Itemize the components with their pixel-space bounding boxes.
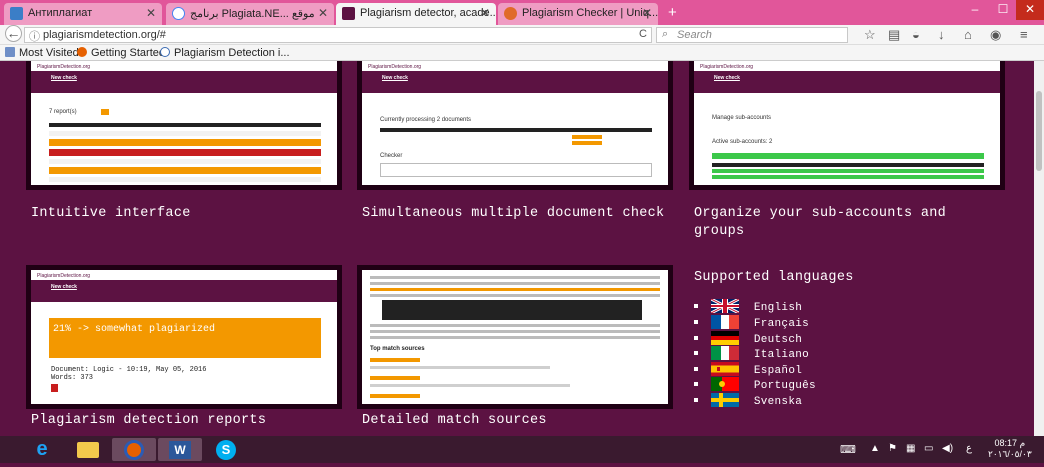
portugal-flag-icon	[710, 377, 739, 391]
tab-plagiata[interactable]: برنامج Plagiata.NE... موقع ✕	[166, 3, 334, 25]
battery-icon[interactable]: ▭	[924, 443, 933, 454]
germany-flag-icon	[710, 331, 739, 345]
bookmarks-toolbar: Most Visited Getting Started Plagiarism …	[0, 45, 1044, 61]
info-icon[interactable]: ⓘ	[29, 28, 40, 44]
back-button[interactable]: ←	[5, 25, 22, 42]
tab-label: Антиплагиат	[28, 7, 93, 19]
system-clock[interactable]: 08:17 م ٢٠١٦/٠٥/٠٣	[988, 438, 1032, 460]
thumb-brand: PlagiarismDetection.org	[694, 61, 1000, 71]
skype-icon[interactable]: S	[204, 438, 248, 461]
ie-icon[interactable]: e	[20, 438, 64, 461]
site-icon	[160, 47, 170, 57]
tab-plagiarism-checker[interactable]: Plagiarism Checker | Uniq... ✕	[498, 3, 658, 25]
tab-label: Plagiarism Checker | Uniq...	[522, 7, 658, 19]
reading-list-icon[interactable]: ▤	[888, 27, 900, 43]
flag-icon[interactable]: ⚑	[888, 443, 897, 454]
screenshot-match-sources: Top match sources	[362, 270, 668, 404]
tab-label: برنامج Plagiata.NE... موقع	[190, 8, 315, 20]
page-content: PlagiarismDetection.org New check 7 repo…	[0, 61, 1044, 436]
close-tab-icon[interactable]: ✕	[480, 6, 490, 20]
pocket-icon[interactable]: ◒	[912, 27, 920, 42]
thumb-brand: PlagiarismDetection.org	[31, 61, 337, 71]
thumb-nav: New check	[31, 280, 337, 302]
scrollbar-thumb[interactable]	[1036, 91, 1042, 171]
clock-time: 08:17 م	[994, 438, 1026, 448]
file-explorer-icon[interactable]	[66, 438, 110, 461]
language-indicator-icon[interactable]: ع	[966, 443, 972, 454]
close-tab-icon[interactable]: ✕	[642, 6, 652, 20]
maximize-button[interactable]: ☐	[990, 0, 1016, 20]
checker-favicon-icon	[504, 7, 517, 20]
sweden-flag-icon	[710, 393, 739, 407]
antiplagiat-favicon-icon	[10, 7, 23, 20]
thumb-nav: New check	[31, 71, 337, 93]
caption-detection-reports: Plagiarism detection reports	[31, 413, 267, 428]
bookmark-plagiarism-detection[interactable]: Plagiarism Detection i...	[160, 47, 290, 59]
screenshot-detection-report: PlagiarismDetection.org New check 21% ->…	[31, 270, 337, 404]
menu-icon[interactable]: ≡	[1020, 27, 1028, 42]
language-spanish: Español	[694, 362, 802, 377]
language-english: English	[694, 299, 802, 314]
close-tab-icon[interactable]: ✕	[318, 6, 328, 20]
volume-icon[interactable]: ◀)	[942, 443, 953, 454]
language-german: Deutsch	[694, 331, 802, 346]
thumb-nav: New check	[694, 71, 1000, 93]
caption-multiple-check: Simultaneous multiple document check	[362, 206, 665, 221]
search-input[interactable]: ⌕ Search	[656, 27, 848, 43]
minimize-button[interactable]: –	[962, 0, 988, 20]
navigation-toolbar: ← ⓘ plagiarismdetection.org/# C ⌕ Search…	[0, 25, 1044, 45]
italy-flag-icon	[710, 346, 739, 360]
home-icon[interactable]: ⌂	[964, 27, 972, 42]
thumb-nav: New check	[362, 71, 668, 93]
supported-languages-title: Supported languages	[694, 270, 854, 285]
caption-sub-accounts: Organize your sub-accounts and groups	[694, 206, 947, 239]
spain-flag-icon	[710, 362, 739, 376]
url-bar[interactable]: ⓘ plagiarismdetection.org/# C	[24, 27, 652, 43]
url-text: plagiarismdetection.org/#	[43, 29, 166, 41]
new-tab-button[interactable]: +	[668, 4, 677, 21]
site-favicon-icon	[342, 7, 355, 20]
bookmark-getting-started[interactable]: Getting Started	[77, 47, 165, 59]
screenshot-multiple-check: PlagiarismDetection.org New check Curren…	[362, 61, 668, 185]
bookmark-folder-icon	[5, 47, 15, 57]
tab-label: Plagiarism detector, acade...	[360, 7, 496, 19]
firefox-icon[interactable]	[112, 438, 156, 461]
browser-tab-strip: Антиплагиат ✕ برنامج Plagiata.NE... موقع…	[0, 0, 1044, 25]
bookmark-star-icon[interactable]: ☆	[864, 27, 876, 43]
word-icon[interactable]: W	[158, 438, 202, 461]
search-icon: ⌕	[662, 28, 669, 40]
thumb-plag-banner: 21% -> somewhat plagiarized	[49, 318, 321, 358]
reload-icon[interactable]: C	[639, 28, 647, 40]
screenshot-intuitive-interface: PlagiarismDetection.org New check 7 repo…	[31, 61, 337, 185]
page-scrollbar[interactable]	[1034, 61, 1044, 436]
close-window-button[interactable]: ✕	[1016, 0, 1044, 20]
clock-date: ٢٠١٦/٠٥/٠٣	[988, 449, 1032, 459]
language-italian: Italiano	[694, 346, 809, 361]
uk-flag-icon	[710, 299, 739, 313]
show-hidden-icons-icon[interactable]: ▲	[870, 443, 880, 454]
google-favicon-icon	[172, 7, 185, 20]
tab-plagiarism-detector[interactable]: Plagiarism detector, acade... ✕	[336, 3, 496, 25]
windows-taskbar: e W S ⌨ ▲ ⚑ ▦ ▭ ◀) ع 08:17 م ٢٠١٦/٠٥/٠٣	[0, 436, 1044, 463]
language-swedish: Svenska	[694, 393, 802, 408]
download-icon[interactable]: ↓	[938, 27, 945, 42]
network-icon[interactable]: ▦	[906, 443, 915, 454]
firefox-icon	[77, 47, 87, 57]
thumb-brand: PlagiarismDetection.org	[31, 270, 337, 280]
keyboard-icon[interactable]: ⌨	[840, 443, 856, 456]
caption-match-sources: Detailed match sources	[362, 413, 547, 428]
close-tab-icon[interactable]: ✕	[146, 6, 156, 20]
thumb-brand: PlagiarismDetection.org	[362, 61, 668, 71]
language-portuguese: Português	[694, 377, 816, 392]
search-placeholder: Search	[677, 29, 712, 41]
bookmark-most-visited[interactable]: Most Visited	[5, 47, 79, 59]
language-french: Français	[694, 315, 809, 330]
france-flag-icon	[710, 315, 739, 329]
caption-intuitive-interface: Intuitive interface	[31, 206, 191, 221]
tab-antiplagiat[interactable]: Антиплагиат ✕	[4, 3, 162, 25]
screenshot-sub-accounts: PlagiarismDetection.org New check Manage…	[694, 61, 1000, 185]
sync-icon[interactable]: ◉	[990, 27, 1001, 43]
